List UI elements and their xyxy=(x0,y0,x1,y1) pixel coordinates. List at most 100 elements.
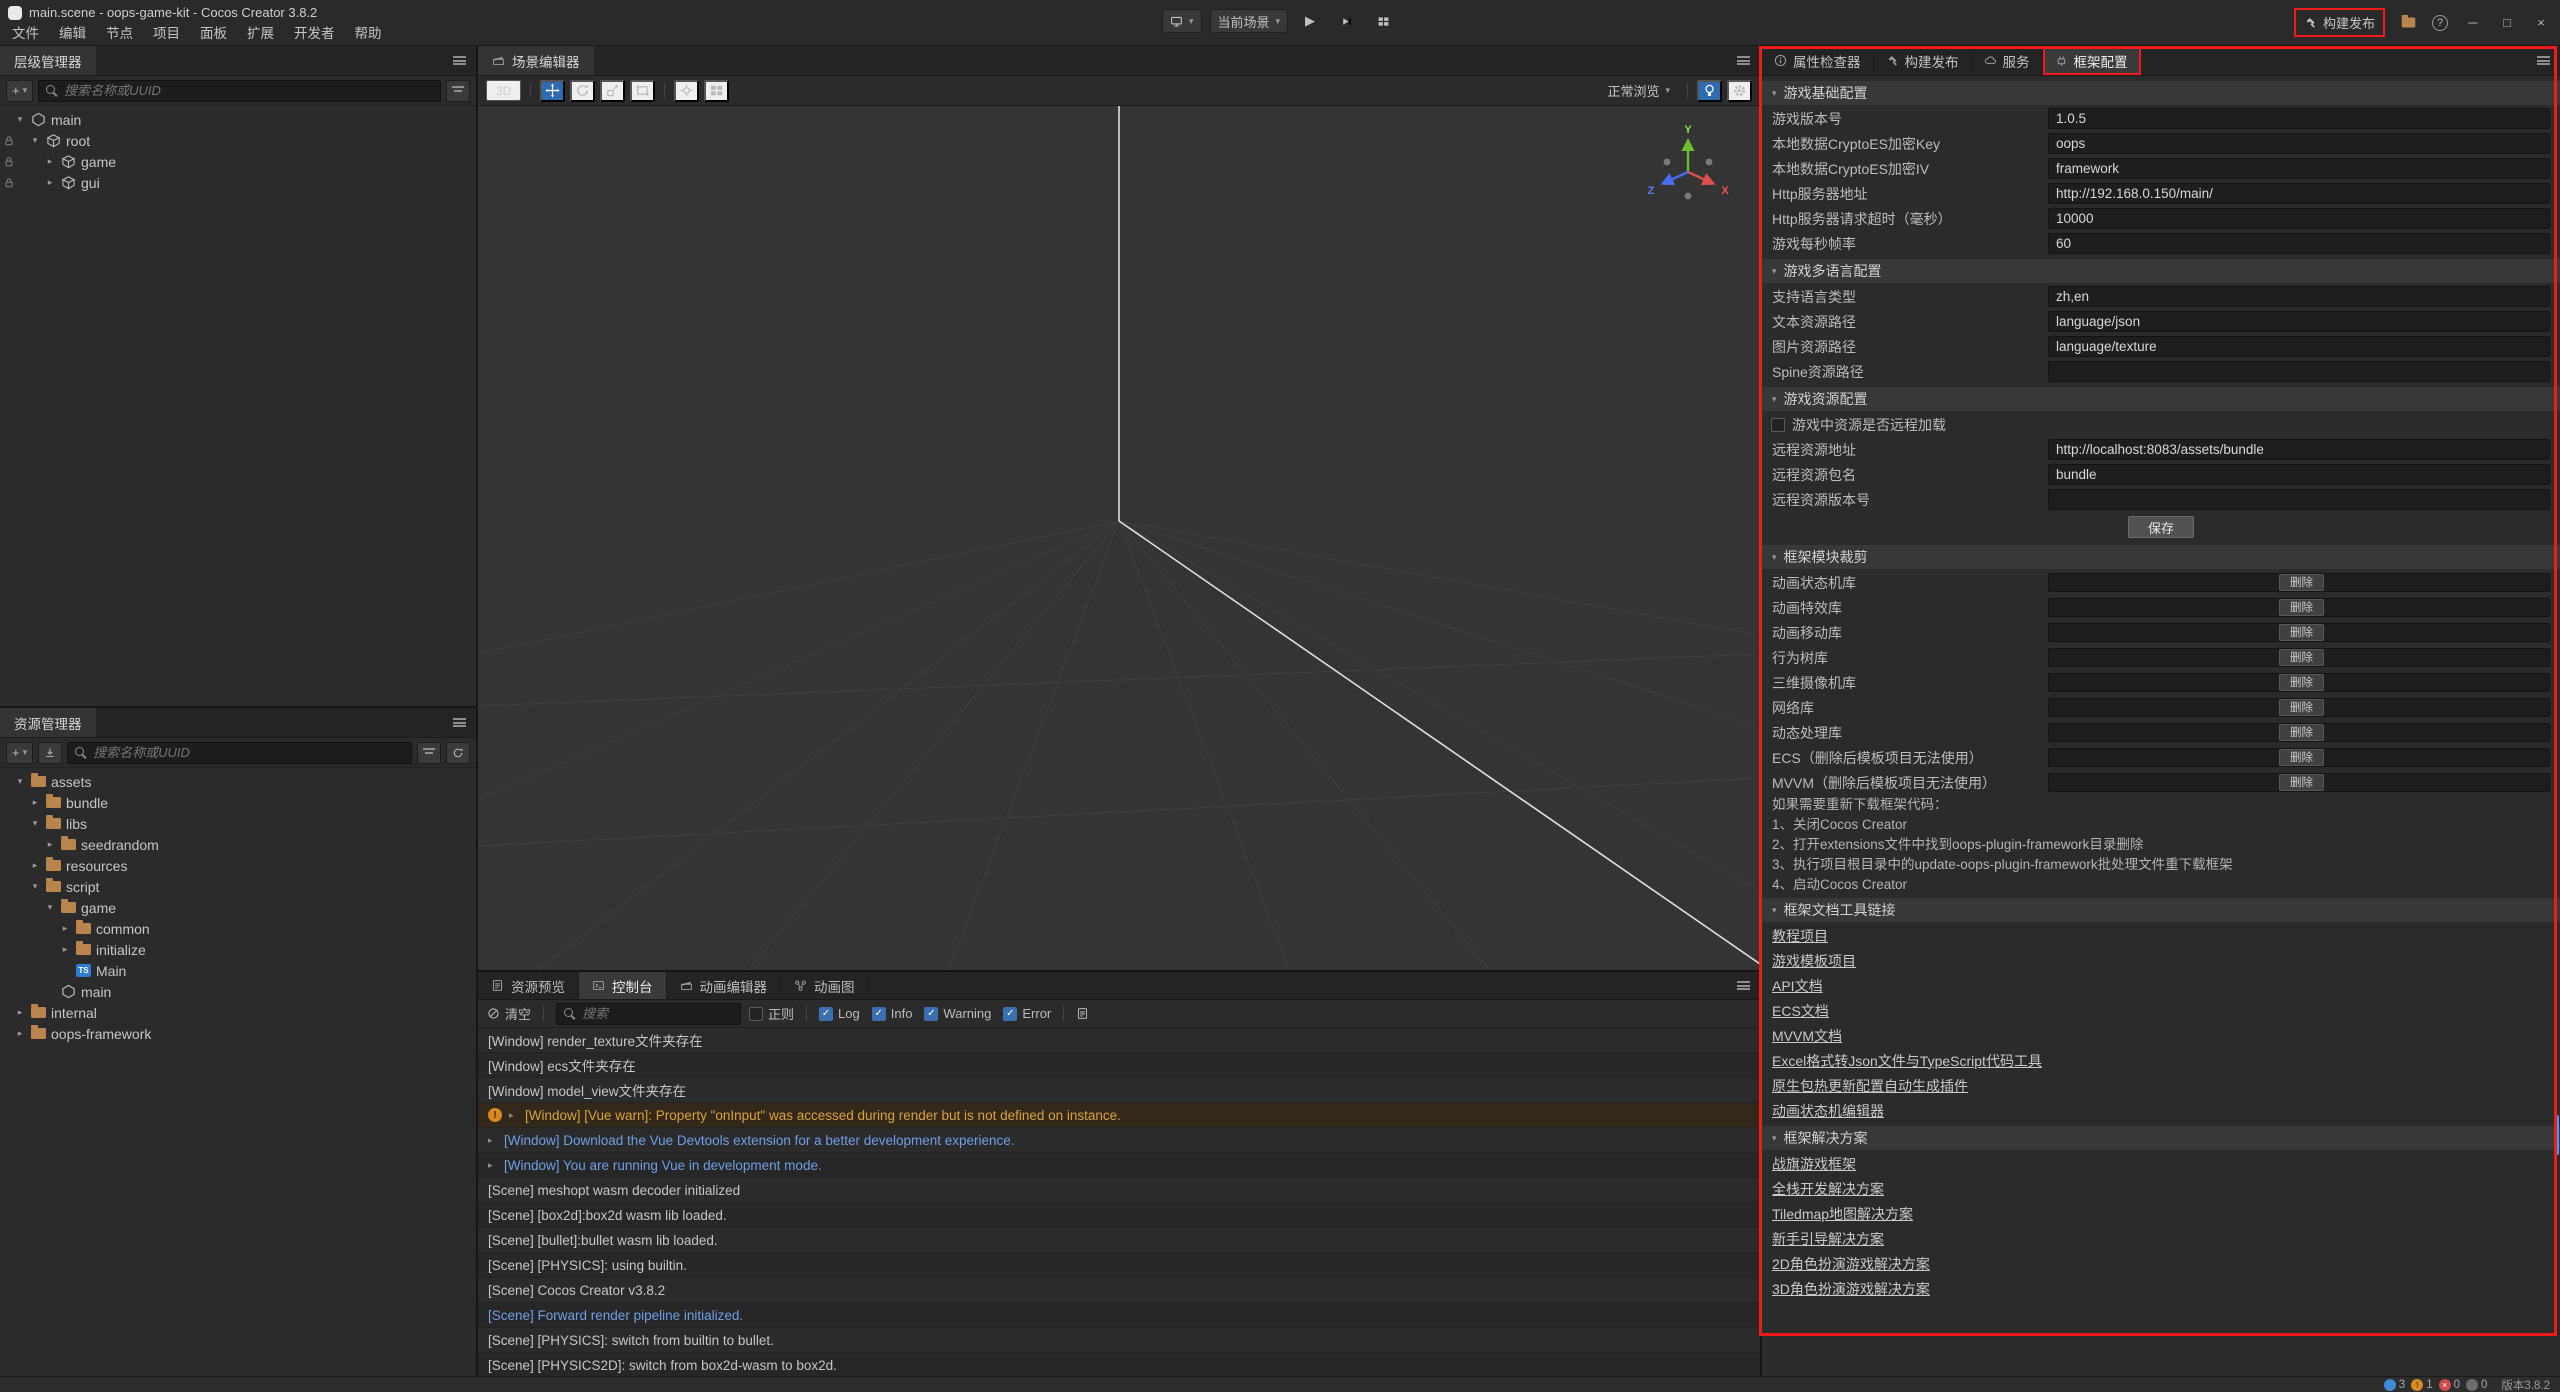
doc-link[interactable]: 原生包热更新配置自动生成插件 xyxy=(1772,1076,1968,1096)
asset-item[interactable]: TSMain xyxy=(0,960,476,981)
open-project-folder-icon[interactable] xyxy=(2402,18,2416,28)
close-button[interactable]: × xyxy=(2532,15,2550,30)
field-input[interactable] xyxy=(2048,133,2550,154)
anchor-pivot-button[interactable] xyxy=(674,80,699,102)
assets-panel-tab[interactable]: 资源管理器 xyxy=(0,708,96,737)
expand-arrow-icon[interactable]: ▸ xyxy=(488,1135,497,1146)
view-mode-dropdown[interactable]: 正常浏览 ▾ xyxy=(1599,80,1678,101)
remote-load-checkbox[interactable]: ✓ xyxy=(1771,418,1785,432)
lock-icon[interactable] xyxy=(3,134,15,150)
layout-button[interactable] xyxy=(1369,9,1398,33)
module-delete-button[interactable]: 删除 xyxy=(2279,749,2324,766)
section-header-basic[interactable]: ▾ 游戏基础配置 xyxy=(1762,81,2560,105)
module-delete-button[interactable]: 删除 xyxy=(2279,724,2324,741)
build-publish-button[interactable]: 构建发布 xyxy=(2294,8,2385,37)
tab-console[interactable]: 控制台 xyxy=(579,972,667,999)
field-input[interactable] xyxy=(2048,183,2550,204)
hierarchy-filter-button[interactable] xyxy=(446,80,470,102)
rect-tool-button[interactable] xyxy=(630,80,655,102)
tab-build-publish[interactable]: 构建发布 xyxy=(1874,46,1972,75)
expand-arrow-icon[interactable]: ▾ xyxy=(29,881,41,892)
doc-link[interactable]: 教程项目 xyxy=(1772,926,1828,946)
hierarchy-panel-tab[interactable]: 层级管理器 xyxy=(0,46,96,75)
asset-item[interactable]: ▸bundle xyxy=(0,792,476,813)
panel-menu-icon[interactable] xyxy=(453,56,466,65)
doc-link[interactable]: Excel格式转Json文件与TypeScript代码工具 xyxy=(1772,1051,2042,1071)
menu-item[interactable]: 帮助 xyxy=(345,20,392,44)
doc-link[interactable]: 游戏模板项目 xyxy=(1772,951,1856,971)
asset-item[interactable]: ▸internal xyxy=(0,1002,476,1023)
expand-arrow-icon[interactable]: ▾ xyxy=(29,818,41,829)
asset-item[interactable]: ▸initialize xyxy=(0,939,476,960)
console-message[interactable]: ! ▸ [Window] render_texture文件夹存在 xyxy=(478,1028,1760,1053)
console-message[interactable]: ! ▸ [Scene] [PHYSICS]: switch from built… xyxy=(478,1328,1760,1353)
asset-item[interactable]: ▾assets xyxy=(0,771,476,792)
panel-menu-icon[interactable] xyxy=(1737,981,1750,990)
console-message[interactable]: ! ▸ [Scene] [box2d]:box2d wasm lib loade… xyxy=(478,1203,1760,1228)
regex-checkbox[interactable]: ✓ 正则 xyxy=(749,1004,794,1023)
section-header-resource[interactable]: ▾ 游戏资源配置 xyxy=(1762,387,2560,411)
section-header-language[interactable]: ▾ 游戏多语言配置 xyxy=(1762,259,2560,283)
console-message[interactable]: ! ▸ [Scene] meshopt wasm decoder initial… xyxy=(478,1178,1760,1203)
expand-arrow-icon[interactable]: ▸ xyxy=(29,797,41,808)
expand-arrow-icon[interactable]: ▸ xyxy=(44,156,56,167)
solution-link[interactable]: 3D角色扮演游戏解决方案 xyxy=(1772,1279,1930,1299)
status-extra-count[interactable]: 0 xyxy=(2466,1379,2487,1391)
create-node-button[interactable]: +▾ xyxy=(6,80,33,102)
section-header-docs[interactable]: ▾ 框架文档工具链接 xyxy=(1762,898,2560,922)
scene-light-toggle[interactable] xyxy=(1697,80,1722,102)
expand-arrow-icon[interactable]: ▸ xyxy=(29,860,41,871)
help-icon[interactable]: ? xyxy=(2432,15,2448,31)
log-filter-checkbox[interactable]: ✓ Log xyxy=(819,1006,860,1021)
section-header-solutions[interactable]: ▾ 框架解决方案 xyxy=(1762,1126,2560,1150)
scene-panel-tab[interactable]: 场景编辑器 xyxy=(478,46,594,75)
console-message[interactable]: ! ▸ [Window] You are running Vue in deve… xyxy=(478,1153,1760,1178)
step-button[interactable] xyxy=(1332,9,1361,33)
module-delete-button[interactable]: 删除 xyxy=(2279,649,2324,666)
snap-settings-button[interactable] xyxy=(704,80,729,102)
inspector-scrollbar-thumb[interactable] xyxy=(2555,1115,2559,1155)
tab-services[interactable]: 服务 xyxy=(1972,46,2043,75)
hierarchy-search-box[interactable] xyxy=(38,80,441,102)
scale-tool-button[interactable] xyxy=(600,80,625,102)
expand-arrow-icon[interactable]: ▸ xyxy=(14,1028,26,1039)
solution-link[interactable]: 全栈开发解决方案 xyxy=(1772,1179,1884,1199)
create-asset-button[interactable]: +▾ xyxy=(6,742,33,764)
console-message[interactable]: ! ▸ [Window] ecs文件夹存在 xyxy=(478,1053,1760,1078)
tab-animation-graph[interactable]: 动画图 xyxy=(781,972,869,999)
field-input[interactable] xyxy=(2048,439,2550,460)
asset-item[interactable]: ▸resources xyxy=(0,855,476,876)
module-delete-button[interactable]: 删除 xyxy=(2279,774,2324,791)
field-input[interactable] xyxy=(2048,464,2550,485)
mode-3d-toggle[interactable]: 3D xyxy=(486,80,521,101)
menu-item[interactable]: 开发者 xyxy=(284,20,345,44)
log-filter-checkbox[interactable]: ✓ Error xyxy=(1003,1006,1051,1021)
hierarchy-node[interactable]: ▾ root xyxy=(0,130,476,151)
doc-link[interactable]: 动画状态机编辑器 xyxy=(1772,1101,1884,1121)
save-button[interactable]: 保存 xyxy=(2128,516,2194,538)
expand-arrow-icon[interactable]: ▾ xyxy=(14,114,26,125)
asset-item[interactable]: ▸oops-framework xyxy=(0,1023,476,1044)
import-asset-button[interactable] xyxy=(38,742,62,764)
orientation-gizmo[interactable]: Y X Z xyxy=(1640,122,1736,218)
play-button[interactable]: ▶ xyxy=(1296,9,1324,33)
expand-arrow-icon[interactable]: ▸ xyxy=(488,1160,497,1171)
assets-search-input[interactable] xyxy=(93,745,404,760)
menu-item[interactable]: 文件 xyxy=(2,20,49,44)
console-message[interactable]: ! ▸ [Scene] [PHYSICS2D]: switch from box… xyxy=(478,1353,1760,1376)
lock-icon[interactable] xyxy=(3,155,15,171)
assets-search-box[interactable] xyxy=(67,742,412,764)
field-input[interactable] xyxy=(2048,286,2550,307)
hierarchy-search-input[interactable] xyxy=(64,83,433,98)
doc-link[interactable]: MVVM文档 xyxy=(1772,1026,1842,1046)
expand-arrow-icon[interactable]: ▸ xyxy=(14,1007,26,1018)
asset-item[interactable]: ▾libs xyxy=(0,813,476,834)
expand-arrow-icon[interactable]: ▸ xyxy=(44,839,56,850)
doc-link[interactable]: API文档 xyxy=(1772,976,1823,996)
expand-arrow-icon[interactable]: ▸ xyxy=(44,177,56,188)
log-filter-checkbox[interactable]: ✓ Info xyxy=(872,1006,913,1021)
field-input[interactable] xyxy=(2048,108,2550,129)
console-message[interactable]: ! ▸ [Window] Download the Vue Devtools e… xyxy=(478,1128,1760,1153)
field-input[interactable] xyxy=(2048,361,2550,382)
console-message[interactable]: ! ▸ [Scene] Cocos Creator v3.8.2 xyxy=(478,1278,1760,1303)
